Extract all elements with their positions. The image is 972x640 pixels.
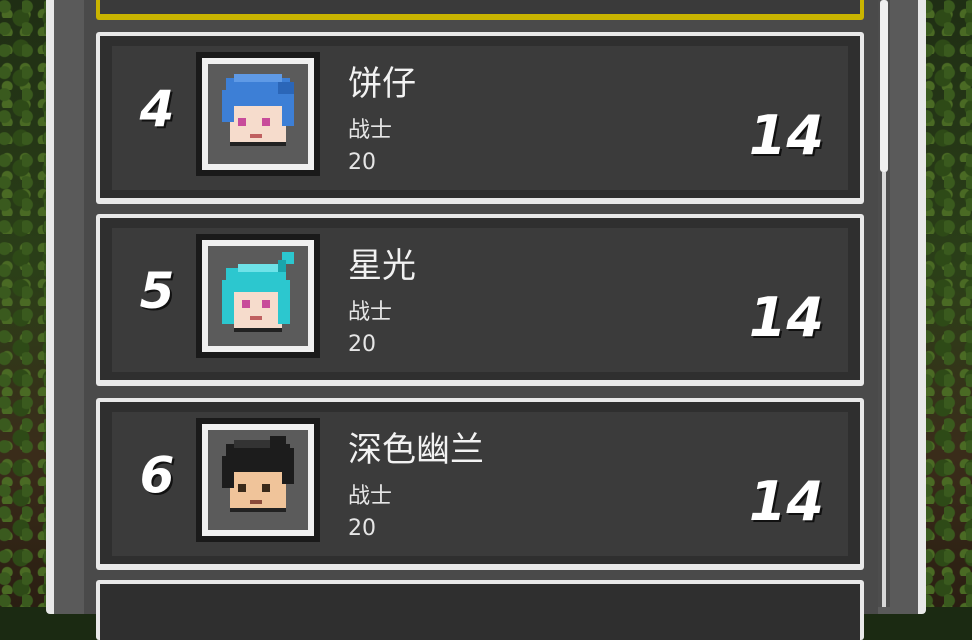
player-level: 20 bbox=[348, 516, 376, 541]
player-class: 战士 bbox=[348, 300, 393, 325]
player-class: 战士 bbox=[348, 484, 393, 509]
rank-number: 5 bbox=[139, 262, 175, 320]
avatar[interactable] bbox=[196, 234, 320, 358]
scrollbar-thumb[interactable] bbox=[880, 0, 888, 172]
leaderboard-row[interactable]: 6 深色幽兰 战士 20 14 bbox=[96, 398, 864, 570]
leaderboard-row[interactable] bbox=[96, 580, 864, 640]
player-score: 14 bbox=[748, 286, 824, 349]
player-level: 20 bbox=[348, 150, 376, 175]
player-score: 14 bbox=[748, 104, 824, 167]
player-name: 饼仔 bbox=[348, 64, 416, 104]
player-level: 20 bbox=[348, 332, 376, 357]
leaderboard-row[interactable]: 5 星光 战士 20 14 bbox=[96, 214, 864, 386]
scrollbar-rail bbox=[882, 172, 886, 607]
avatar[interactable] bbox=[196, 418, 320, 542]
rank-number: 4 bbox=[139, 80, 175, 138]
black-hair-character-icon bbox=[222, 436, 294, 512]
forest-background-left bbox=[0, 0, 50, 607]
player-class: 战士 bbox=[348, 118, 393, 143]
avatar[interactable] bbox=[196, 52, 320, 176]
leaderboard-row[interactable]: 4 饼仔 战士 20 14 bbox=[96, 32, 864, 204]
rank-number: 6 bbox=[139, 446, 175, 504]
forest-background-right bbox=[922, 0, 972, 607]
player-score: 14 bbox=[748, 470, 824, 533]
leaderboard-row-highlighted[interactable] bbox=[96, 0, 864, 20]
blue-hair-character-icon bbox=[222, 74, 294, 146]
player-name: 星光 bbox=[348, 246, 416, 286]
player-name: 深色幽兰 bbox=[348, 430, 484, 470]
cyan-hair-character-icon bbox=[222, 252, 294, 332]
